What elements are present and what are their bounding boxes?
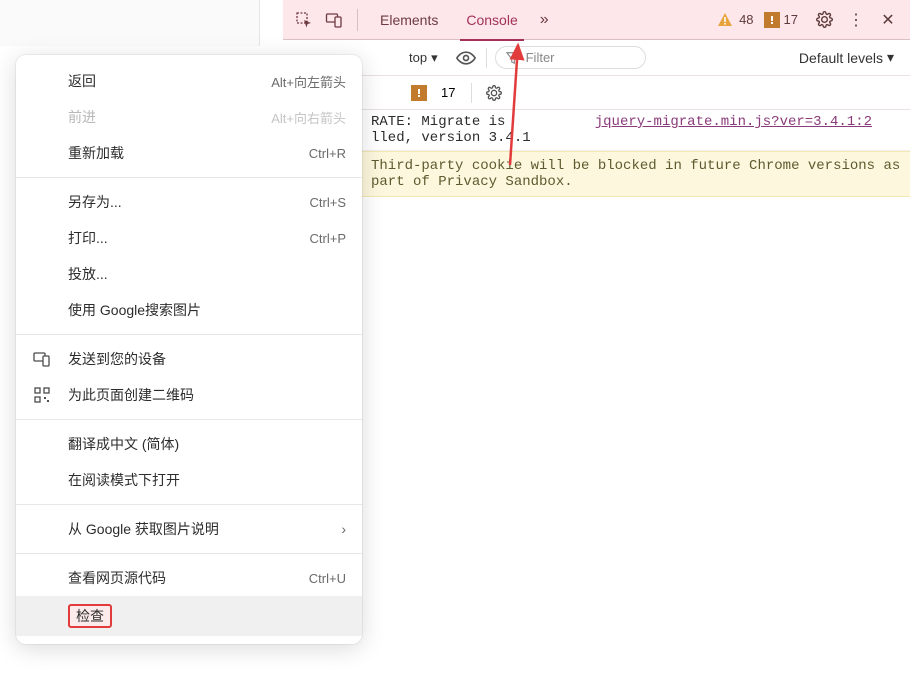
menu-shortcut: Alt+向左箭头 bbox=[271, 72, 346, 91]
chevron-right-icon: › bbox=[341, 521, 346, 537]
menu-divider bbox=[16, 553, 362, 554]
kebab-menu-icon[interactable]: ⋮ bbox=[843, 7, 869, 33]
menu-label: 为此页面创建二维码 bbox=[68, 385, 346, 405]
menu-item-search-image[interactable]: 使用 Google搜索图片 bbox=[16, 292, 362, 328]
devtools-tabbar: Elements Console » 48 17 ⋮ ✕ bbox=[283, 0, 910, 40]
chevron-down-icon: ▾ bbox=[431, 50, 438, 66]
menu-item-back[interactable]: 返回 Alt+向左箭头 bbox=[16, 63, 362, 99]
log-text-line: lled, version 3.4.1 bbox=[371, 130, 595, 146]
menu-label: 打印... bbox=[68, 228, 310, 248]
menu-label: 翻译成中文 (简体) bbox=[68, 434, 346, 454]
console-toolbar: top ▾ Filter Default levels ▾ bbox=[283, 40, 910, 76]
page-background-area bbox=[0, 0, 260, 46]
menu-label: 发送到您的设备 bbox=[68, 349, 346, 369]
menu-shortcut: Alt+向右箭头 bbox=[271, 108, 346, 127]
log-text-line: RATE: Migrate is bbox=[371, 114, 595, 130]
menu-label: 重新加载 bbox=[68, 143, 309, 163]
console-output: RATE: Migrate is lled, version 3.4.1 jqu… bbox=[283, 110, 910, 197]
chevron-down-icon: ▾ bbox=[887, 49, 894, 66]
tab-elements[interactable]: Elements bbox=[366, 0, 452, 40]
menu-label: 投放... bbox=[68, 264, 346, 284]
menu-item-create-qr[interactable]: 为此页面创建二维码 bbox=[16, 377, 362, 413]
execution-context-dropdown[interactable]: top ▾ bbox=[401, 47, 446, 69]
issue-badge-icon[interactable] bbox=[764, 12, 780, 28]
issue-count[interactable]: 17 bbox=[784, 12, 798, 27]
filter-placeholder: Filter bbox=[526, 50, 555, 65]
menu-item-reading-mode[interactable]: 在阅读模式下打开 bbox=[16, 462, 362, 498]
inspect-element-icon[interactable] bbox=[291, 7, 317, 33]
menu-item-save-as[interactable]: 另存为... Ctrl+S bbox=[16, 184, 362, 220]
issue-badge-icon[interactable] bbox=[411, 85, 427, 101]
console-log-row: RATE: Migrate is lled, version 3.4.1 jqu… bbox=[283, 110, 910, 151]
menu-label: 从 Google 获取图片说明 bbox=[68, 519, 341, 539]
close-devtools-icon[interactable]: ✕ bbox=[875, 7, 901, 33]
menu-shortcut: Ctrl+S bbox=[310, 195, 346, 210]
menu-divider bbox=[16, 177, 362, 178]
menu-item-image-description[interactable]: 从 Google 获取图片说明 › bbox=[16, 511, 362, 547]
funnel-icon bbox=[506, 51, 520, 65]
menu-item-send-to-device[interactable]: 发送到您的设备 bbox=[16, 341, 362, 377]
warning-triangle-icon[interactable] bbox=[717, 12, 733, 28]
menu-label: 返回 bbox=[68, 71, 271, 91]
menu-shortcut: Ctrl+P bbox=[310, 231, 346, 246]
settings-gear-icon[interactable] bbox=[811, 7, 837, 33]
menu-label: 另存为... bbox=[68, 192, 310, 212]
menu-item-view-source[interactable]: 查看网页源代码 Ctrl+U bbox=[16, 560, 362, 596]
menu-item-print[interactable]: 打印... Ctrl+P bbox=[16, 220, 362, 256]
levels-label: Default levels bbox=[799, 50, 883, 66]
devtools-panel: Elements Console » 48 17 ⋮ ✕ top ▾ Filte… bbox=[283, 0, 910, 197]
menu-item-inspect[interactable]: 检查 bbox=[16, 596, 362, 636]
filter-input[interactable]: Filter bbox=[495, 46, 646, 69]
more-tabs-chevron-icon[interactable]: » bbox=[532, 11, 557, 29]
menu-label: 使用 Google搜索图片 bbox=[68, 300, 346, 320]
menu-item-cast[interactable]: 投放... bbox=[16, 256, 362, 292]
devices-icon bbox=[32, 349, 52, 369]
inspect-highlight-box: 检查 bbox=[68, 604, 112, 628]
menu-divider bbox=[16, 419, 362, 420]
log-levels-dropdown[interactable]: Default levels ▾ bbox=[791, 45, 902, 70]
issue-count-secondary[interactable]: 17 bbox=[441, 85, 455, 100]
device-toggle-icon[interactable] bbox=[321, 7, 347, 33]
console-toolbar-secondary: 17 bbox=[283, 76, 910, 110]
menu-divider bbox=[16, 504, 362, 505]
warning-count[interactable]: 48 bbox=[739, 12, 753, 27]
divider bbox=[471, 83, 472, 103]
context-menu: 返回 Alt+向左箭头 前进 Alt+向右箭头 重新加载 Ctrl+R 另存为.… bbox=[16, 55, 362, 644]
menu-item-translate[interactable]: 翻译成中文 (简体) bbox=[16, 426, 362, 462]
menu-label: 前进 bbox=[68, 107, 271, 127]
menu-item-reload[interactable]: 重新加载 Ctrl+R bbox=[16, 135, 362, 171]
console-settings-gear-icon[interactable] bbox=[482, 81, 506, 105]
console-warning-row: Third-party cookie will be blocked in fu… bbox=[283, 151, 910, 197]
warning-message: Third-party cookie will be blocked in fu… bbox=[371, 158, 900, 190]
divider bbox=[486, 48, 487, 68]
menu-label: 查看网页源代码 bbox=[68, 568, 309, 588]
context-label: top bbox=[409, 50, 427, 65]
menu-shortcut: Ctrl+U bbox=[309, 571, 346, 586]
menu-shortcut: Ctrl+R bbox=[309, 146, 346, 161]
live-expression-icon[interactable] bbox=[454, 46, 478, 70]
menu-item-forward: 前进 Alt+向右箭头 bbox=[16, 99, 362, 135]
log-source-link[interactable]: jquery-migrate.min.js?ver=3.4.1:2 bbox=[595, 114, 872, 146]
menu-label: 在阅读模式下打开 bbox=[68, 470, 346, 490]
divider bbox=[357, 9, 358, 31]
qr-code-icon bbox=[32, 385, 52, 405]
menu-divider bbox=[16, 334, 362, 335]
tab-console[interactable]: Console bbox=[452, 0, 531, 40]
menu-label: 检查 bbox=[68, 604, 346, 628]
